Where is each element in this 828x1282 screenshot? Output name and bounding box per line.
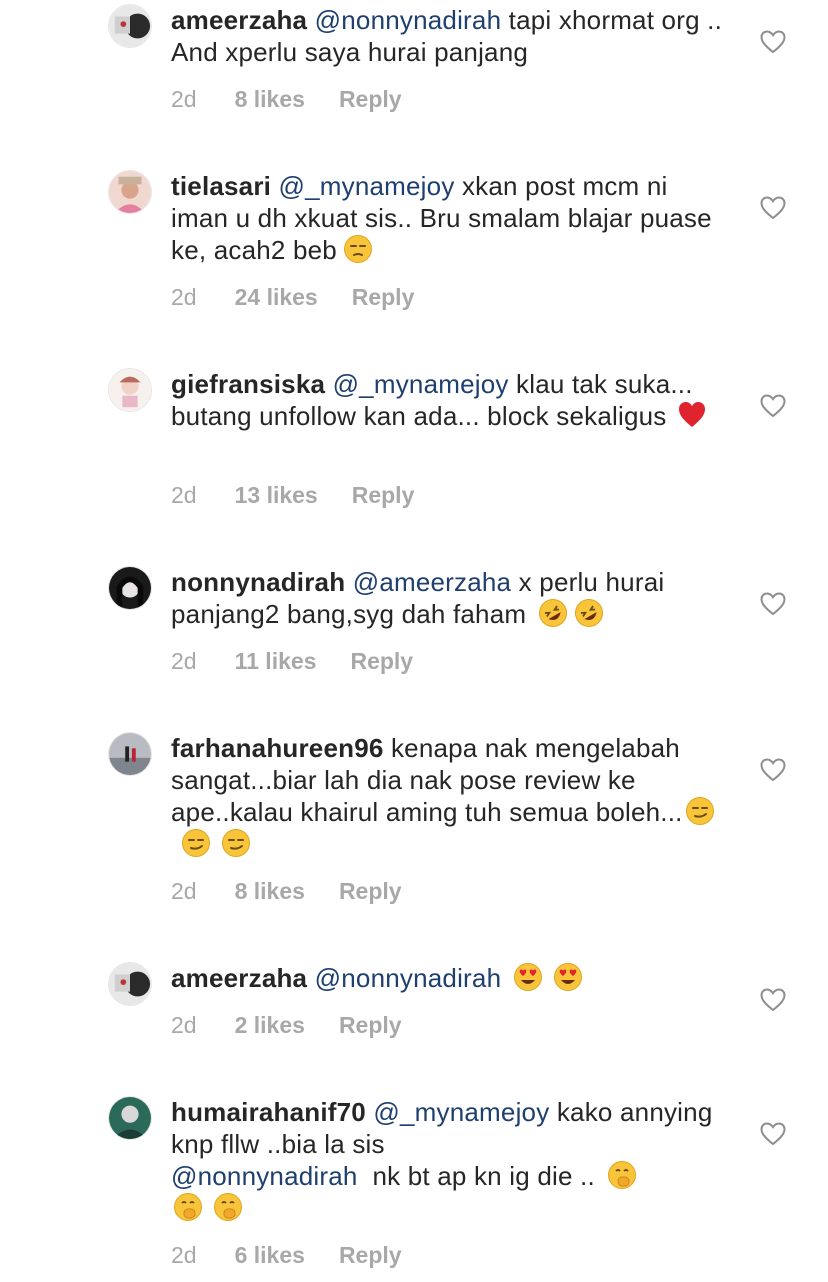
avatar[interactable]	[108, 1096, 152, 1140]
avatar[interactable]	[108, 962, 152, 1006]
reply-button[interactable]: Reply	[339, 1012, 402, 1038]
avatar[interactable]	[108, 4, 152, 48]
hand-over-mouth-face-icon	[213, 1192, 243, 1222]
smirk-face-icon	[685, 796, 715, 826]
comment-meta: 2d 13 likes Reply	[171, 482, 448, 509]
comment-body: nonnynadirah @ameerzaha x perlu hurai pa…	[171, 566, 731, 630]
username[interactable]: humairahanif70	[171, 1097, 366, 1127]
like-heart-icon[interactable]	[760, 394, 786, 418]
mention[interactable]: @_mynamejoy	[373, 1097, 549, 1127]
comment-body: ameerzaha @nonnynadirah tapi xhormat org…	[171, 4, 731, 68]
likes-count[interactable]: 13 likes	[235, 482, 318, 508]
mention[interactable]: @ameerzaha	[353, 567, 511, 597]
comment-body: ameerzaha @nonnynadirah	[171, 962, 731, 994]
comment-meta: 2d 2 likes Reply	[171, 1012, 436, 1039]
smirk-face-icon	[221, 828, 251, 858]
avatar[interactable]	[108, 732, 152, 776]
comment-meta: 2d 6 likes Reply	[171, 1242, 436, 1269]
reply-button[interactable]: Reply	[339, 878, 402, 904]
username[interactable]: giefransiska	[171, 369, 325, 399]
like-heart-icon[interactable]	[760, 196, 786, 220]
like-heart-icon[interactable]	[760, 30, 786, 54]
likes-count[interactable]: 8 likes	[235, 86, 305, 112]
hand-over-mouth-face-icon	[607, 1160, 637, 1190]
comment-body: humairahanif70 @_mynamejoy kako annying …	[171, 1096, 731, 1224]
username[interactable]: ameerzaha	[171, 5, 307, 35]
heart-eyes-face-icon	[513, 962, 543, 992]
likes-count[interactable]: 8 likes	[235, 878, 305, 904]
timestamp: 2d	[171, 284, 197, 310]
avatar[interactable]	[108, 170, 152, 214]
timestamp: 2d	[171, 482, 197, 508]
red-heart-icon	[677, 400, 707, 430]
hand-over-mouth-face-icon	[173, 1192, 203, 1222]
avatar[interactable]	[108, 368, 152, 412]
comment-meta: 2d 11 likes Reply	[171, 648, 447, 675]
rofl-face-icon	[574, 598, 604, 628]
timestamp: 2d	[171, 86, 197, 112]
comment-body: tielasari @_mynamejoy xkan post mcm ni i…	[171, 170, 731, 266]
unamused-face-icon	[343, 234, 373, 264]
username[interactable]: tielasari	[171, 171, 271, 201]
timestamp: 2d	[171, 1242, 197, 1268]
smirk-face-icon	[181, 828, 211, 858]
likes-count[interactable]: 24 likes	[235, 284, 318, 310]
comment-body: giefransiska @_mynamejoy klau tak suka..…	[171, 368, 731, 432]
username[interactable]: nonnynadirah	[171, 567, 345, 597]
reply-button[interactable]: Reply	[339, 86, 402, 112]
avatar[interactable]	[108, 566, 152, 610]
comment-meta: 2d 8 likes Reply	[171, 878, 436, 905]
comment-meta: 2d 24 likes Reply	[171, 284, 448, 311]
like-heart-icon[interactable]	[760, 988, 786, 1012]
likes-count[interactable]: 6 likes	[235, 1242, 305, 1268]
likes-count[interactable]: 11 likes	[235, 648, 317, 674]
reply-button[interactable]: Reply	[350, 648, 413, 674]
timestamp: 2d	[171, 648, 197, 674]
comment-text-2: nk bt ap kn ig die ..	[372, 1161, 595, 1191]
mention[interactable]: @_mynamejoy	[279, 171, 455, 201]
mention[interactable]: @nonnynadirah	[315, 963, 502, 993]
timestamp: 2d	[171, 1012, 197, 1038]
like-heart-icon[interactable]	[760, 592, 786, 616]
comment-meta: 2d 8 likes Reply	[171, 86, 436, 113]
reply-button[interactable]: Reply	[352, 284, 415, 310]
mention[interactable]: @_mynamejoy	[333, 369, 509, 399]
mention-2[interactable]: @nonnynadirah	[171, 1161, 358, 1191]
reply-button[interactable]: Reply	[352, 482, 415, 508]
username[interactable]: farhanahureen96	[171, 733, 384, 763]
heart-eyes-face-icon	[553, 962, 583, 992]
mention[interactable]: @nonnynadirah	[315, 5, 502, 35]
username[interactable]: ameerzaha	[171, 963, 307, 993]
rofl-face-icon	[538, 598, 568, 628]
likes-count[interactable]: 2 likes	[235, 1012, 305, 1038]
reply-button[interactable]: Reply	[339, 1242, 402, 1268]
comment-body: farhanahureen96 kenapa nak mengelabah sa…	[171, 732, 731, 860]
timestamp: 2d	[171, 878, 197, 904]
like-heart-icon[interactable]	[760, 758, 786, 782]
like-heart-icon[interactable]	[760, 1122, 786, 1146]
